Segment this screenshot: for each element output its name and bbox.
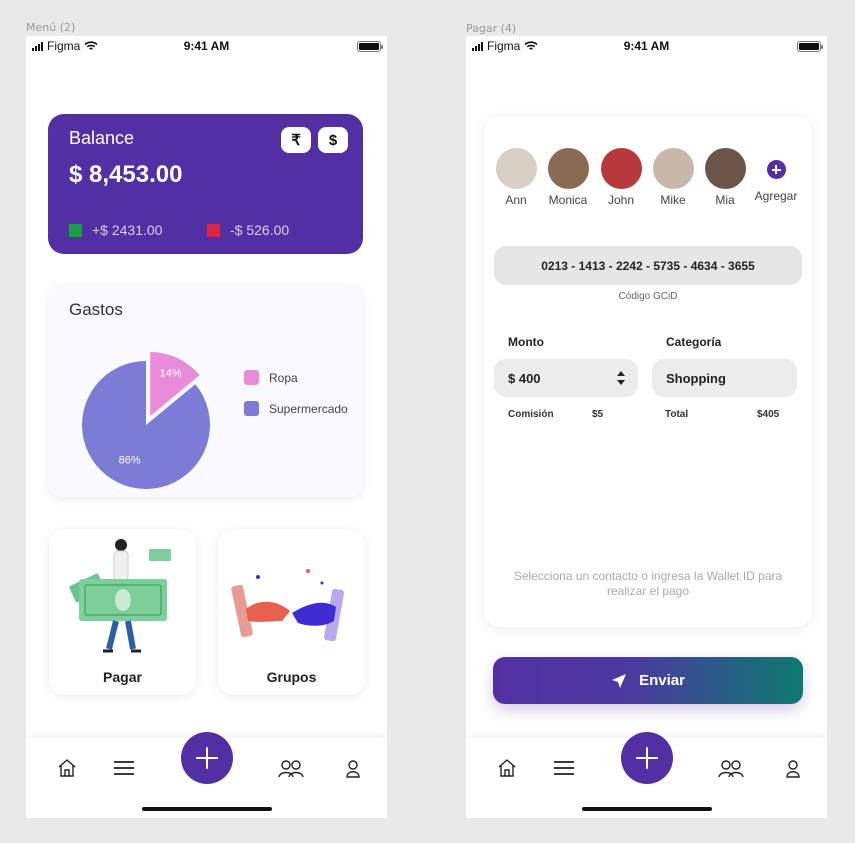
amount-stepper[interactable]: $ 400 [494,359,638,397]
pie-label-ropa: 14% [160,368,182,380]
rupee-currency-button[interactable]: ₹ [281,127,311,153]
contact-name: Monica [548,193,588,207]
pay-illustration [69,539,171,653]
profile-icon[interactable] [341,756,365,780]
legend-label-ropa: Ropa [269,370,298,385]
frame-label-pay: Pagar (4) [466,22,517,35]
payment-hint: Selecciona un contacto o ingresa la Wall… [513,569,783,598]
home-indicator [142,807,272,811]
avatar [495,148,537,189]
contact-name: Ann [505,193,527,207]
add-contact-label: Agregar [754,189,798,203]
total-value: $405 [757,409,780,420]
groups-tile-label: Grupos [266,669,317,685]
status-bar: Figma 9:41 AM [466,36,827,56]
total-label: Total [665,409,689,420]
send-icon [612,673,627,688]
amount-value: $ 400 [508,370,541,386]
gcid-label: Código GCiD [618,291,678,302]
contact-john[interactable]: John [595,148,647,207]
contact-monica[interactable]: Monica [542,148,594,207]
add-button[interactable] [621,732,673,784]
menu-icon[interactable] [112,756,136,780]
home-icon[interactable] [55,756,79,780]
menu-icon[interactable] [552,756,576,780]
avatar [547,148,589,189]
stepper-arrows-icon[interactable] [616,370,626,386]
groups-illustration [231,569,344,642]
pay-tile[interactable]: Pagar [49,529,196,695]
contact-name: John [607,193,635,207]
amount-label: Monto [508,335,544,349]
pay-tile-label: Pagar [103,669,142,685]
groups-tile[interactable]: Grupos [218,529,365,695]
groups-icon[interactable] [278,756,304,780]
income-stat: +$ 2431.00 [69,222,162,238]
contact-name: Mia [715,193,735,207]
send-button[interactable]: Enviar [493,657,803,704]
home-icon[interactable] [495,756,519,780]
income-arrow-icon [69,223,82,237]
legend-swatch-ropa [244,370,259,385]
pay-screen: Figma 9:41 AM Ann Monica John Mike Mia A… [466,36,827,818]
dollar-currency-button[interactable]: $ [318,127,348,153]
expenses-title: Gastos [69,300,123,319]
menu-screen: Figma 9:41 AM Balance $ 8,453.00 ₹ $ +$ … [26,36,387,818]
contact-mike[interactable]: Mike [647,148,699,207]
home-indicator [582,807,712,811]
category-select[interactable]: Shopping [652,359,797,397]
bottom-nav [466,732,827,818]
avatar [652,148,694,189]
category-label: Categoría [666,335,722,349]
commission-label: Comisión [508,409,554,420]
bottom-nav [26,732,387,818]
gcid-field[interactable]: 0213 - 1413 - 2242 - 5735 - 4634 - 3655 [494,246,802,285]
plus-icon [766,160,786,179]
frame-label-menu: Menú (2) [26,21,76,34]
balance-card: Balance $ 8,453.00 ₹ $ +$ 2431.00 -$ 526… [48,114,363,254]
send-button-label: Enviar [639,672,685,689]
battery-icon [357,41,383,52]
status-time: 9:41 AM [183,39,230,53]
avatar [600,148,642,189]
legend-item-supermercado: Supermercado [244,401,348,416]
add-button[interactable] [181,732,233,784]
expense-arrow-icon [207,223,220,237]
status-bar: Figma 9:41 AM [26,36,387,56]
expenses-card: Gastos 14% 86% Ropa Supermercado [48,285,363,497]
payment-card: Ann Monica John Mike Mia Agregar 0213 - … [484,116,812,627]
contact-ann[interactable]: Ann [490,148,542,207]
battery-icon [797,41,823,52]
expenses-pie-chart: 14% 86% [82,351,210,489]
add-contact-button[interactable]: Agregar [748,148,804,203]
expense-value: -$ 526.00 [230,222,290,238]
groups-icon[interactable] [718,756,744,780]
legend-item-ropa: Ropa [244,370,298,385]
legend-swatch-supermercado [244,401,259,416]
commission-value: $5 [592,409,604,420]
contact-mia[interactable]: Mia [699,148,751,207]
contact-name: Mike [660,193,686,207]
balance-amount: $ 8,453.00 [69,161,183,188]
avatar [704,148,746,189]
profile-icon[interactable] [781,756,805,780]
legend-label-supermercado: Supermercado [269,401,348,416]
pie-label-supermercado: 86% [119,455,141,467]
status-time: 9:41 AM [623,39,670,53]
income-value: +$ 2431.00 [92,222,163,238]
balance-title: Balance [69,128,135,148]
expense-stat: -$ 526.00 [207,222,289,238]
